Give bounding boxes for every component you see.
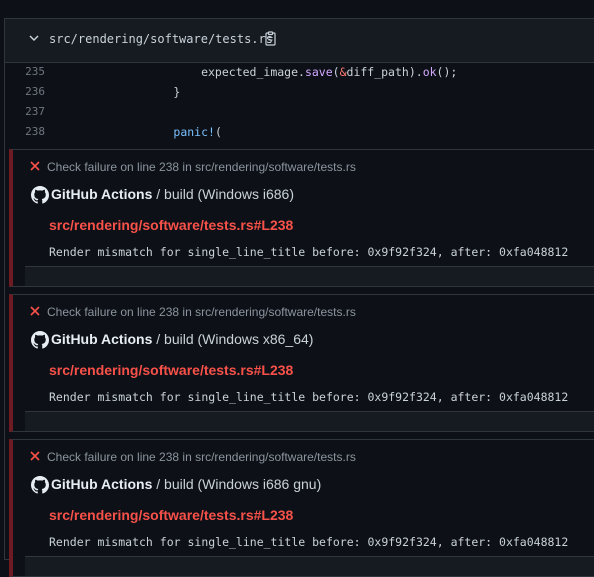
code-text: } [118,85,181,99]
annotation-message: Render mismatch for single_line_title be… [49,245,569,259]
github-logo-icon [31,186,49,204]
code-line: 235 expected_image.save(&diff_path).ok()… [5,62,594,82]
annotation-title: Check failure on line 238 in src/renderi… [29,305,356,319]
separator: / [156,476,161,492]
line-number[interactable]: 235 [5,62,45,82]
file-header: src/rendering/software/tests.rs [5,19,594,63]
check-annotation: Check failure on line 238 in src/renderi… [9,149,594,287]
annotation-title: Check failure on line 238 in src/renderi… [29,160,356,174]
annotation-source: GitHub Actions / build (Windows i686) [31,186,294,204]
line-number[interactable]: 237 [5,102,45,122]
annotation-source: GitHub Actions / build (Windows i686 gnu… [31,476,322,494]
code-line: 236 } [5,82,594,102]
annotation-title: Check failure on line 238 in src/renderi… [29,450,356,464]
job-name: build (Windows i686 gnu) [164,476,322,492]
check-annotation: Check failure on line 238 in src/renderi… [9,439,594,577]
annotation-footer [25,556,594,576]
separator: / [156,186,161,202]
code-view: 235 expected_image.save(&diff_path).ok()… [5,62,594,148]
x-icon [30,161,40,171]
annotation-title-text: Check failure on line 238 in src/renderi… [47,160,356,174]
annotation-footer [25,266,594,286]
app-name[interactable]: GitHub Actions [51,476,152,492]
annotation-link[interactable]: src/rendering/software/tests.rs#L238 [49,507,293,523]
job-name: build (Windows x86_64) [164,331,314,347]
code-text: expected_image.save(&diff_path).ok(); [118,65,458,79]
x-icon [30,306,40,316]
annotation-title-text: Check failure on line 238 in src/renderi… [47,450,356,464]
annotation-message: Render mismatch for single_line_title be… [49,390,569,404]
code-line: 238 panic!( [5,122,594,142]
annotation-link[interactable]: src/rendering/software/tests.rs#L238 [49,217,293,233]
line-number[interactable]: 238 [5,122,45,142]
x-icon [30,451,40,461]
app-name[interactable]: GitHub Actions [51,331,152,347]
code-line: 237 [5,102,594,122]
check-annotation: Check failure on line 238 in src/renderi… [9,294,594,432]
copy-icon[interactable] [263,31,279,47]
annotation-link[interactable]: src/rendering/software/tests.rs#L238 [49,362,293,378]
app-name[interactable]: GitHub Actions [51,186,152,202]
job-name: build (Windows i686) [164,186,294,202]
code-text: panic!( [173,125,222,139]
chevron-down-icon[interactable] [29,33,39,43]
github-logo-icon [31,476,49,494]
file-path[interactable]: src/rendering/software/tests.rs [49,32,273,46]
github-logo-icon [31,331,49,349]
separator: / [156,331,161,347]
annotation-title-text: Check failure on line 238 in src/renderi… [47,305,356,319]
annotation-footer [25,411,594,431]
line-number[interactable]: 236 [5,82,45,102]
annotation-source: GitHub Actions / build (Windows x86_64) [31,331,314,349]
